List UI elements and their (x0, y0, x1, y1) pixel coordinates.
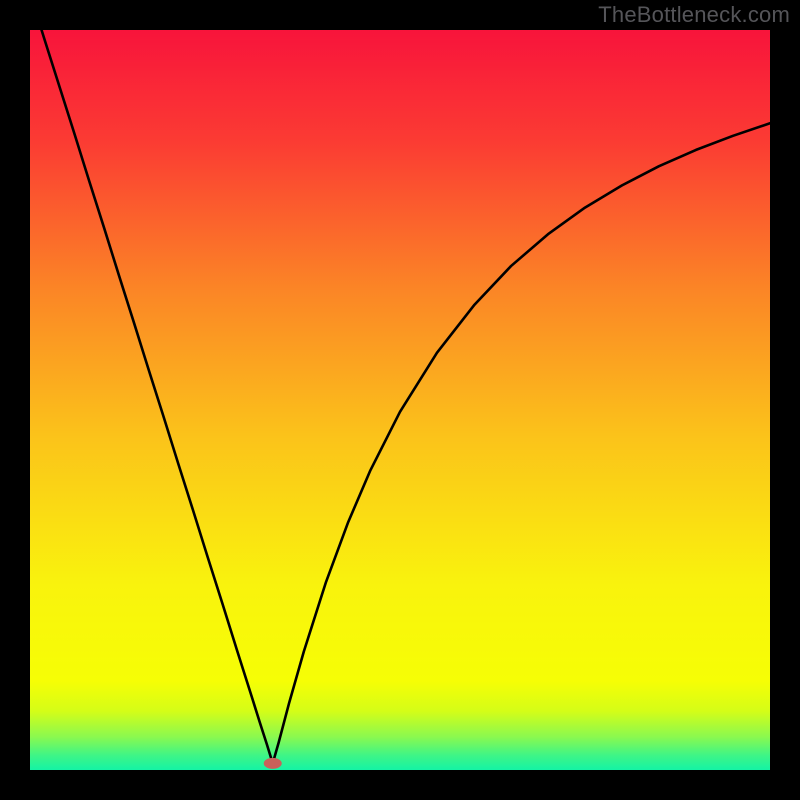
vertex-marker (264, 758, 282, 769)
plot-svg (30, 30, 770, 770)
watermark-text: TheBottleneck.com (598, 2, 790, 28)
plot-area (30, 30, 770, 770)
chart-frame: TheBottleneck.com (0, 0, 800, 800)
gradient-background (30, 30, 770, 770)
